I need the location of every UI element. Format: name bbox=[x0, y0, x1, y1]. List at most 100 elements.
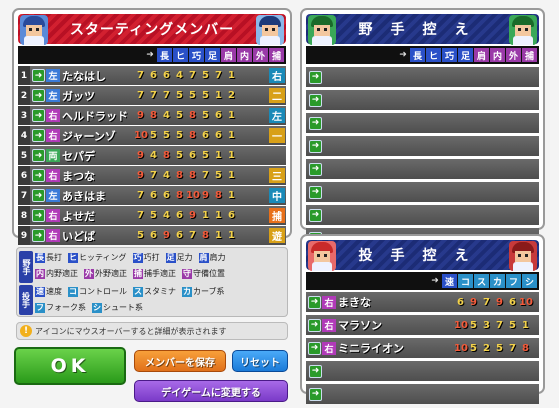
legend-key: 肩 bbox=[198, 252, 209, 263]
column-header[interactable]: ス bbox=[474, 274, 489, 288]
bench-slot[interactable]: ➜ bbox=[306, 205, 539, 225]
handedness-badge: 右 bbox=[46, 129, 60, 142]
lineup-row[interactable]: 8 ➜ 右よせだ 7 5 4 6 9 1 1 6 捕 bbox=[18, 206, 286, 225]
legend-row: 内内野適正外外野適正捕捕手適正守守備位置 bbox=[35, 268, 231, 279]
column-header[interactable]: 内 bbox=[490, 48, 505, 62]
swap-arrow-icon[interactable]: ➜ bbox=[308, 341, 321, 355]
lineup-row[interactable]: 3 ➜ 右ヘルドラッド 9 8 4 5 8 5 6 1 左 bbox=[18, 106, 286, 125]
ok-button[interactable]: OK bbox=[14, 347, 126, 385]
position-badge[interactable]: 右 bbox=[269, 68, 285, 83]
column-header[interactable]: ヒ bbox=[173, 48, 188, 62]
position-badge[interactable]: 遊 bbox=[269, 228, 285, 243]
pitcher-name: マラソン bbox=[338, 319, 382, 332]
column-header[interactable]: 外 bbox=[253, 48, 268, 62]
stat-value: 1 bbox=[215, 150, 222, 161]
position-badge[interactable]: 捕 bbox=[269, 208, 285, 223]
column-header[interactable]: 捕 bbox=[522, 48, 537, 62]
hover-hint: ! アイコンにマウスオーバーすると詳細が表示されます bbox=[16, 322, 288, 340]
bench-slot[interactable]: ➜ bbox=[306, 182, 539, 202]
bench-slot[interactable]: ➜ bbox=[306, 67, 539, 87]
bullpen-row[interactable]: ➜ 右マラソン 10 5 3 7 5 1 bbox=[306, 315, 539, 335]
column-header[interactable]: フ bbox=[506, 274, 521, 288]
swap-arrow-icon[interactable]: ➜ bbox=[308, 295, 321, 309]
lineup-row[interactable]: 4 ➜ 右ジャーンゾ 10 5 5 5 8 6 6 1 一 bbox=[18, 126, 286, 145]
legend-fielder-label: 野手 bbox=[19, 251, 33, 283]
lineup-row[interactable]: 7 ➜ 左あきはま 7 6 6 8 10 9 8 1 中 bbox=[18, 186, 286, 205]
stat-value: 5 bbox=[202, 110, 209, 121]
swap-arrow-icon[interactable]: ➜ bbox=[32, 89, 45, 102]
bench-slot[interactable]: ➜ bbox=[306, 113, 539, 133]
bench-slot[interactable]: ➜ bbox=[306, 136, 539, 156]
lineup-row[interactable]: 9 ➜ 右いどば 5 6 9 6 7 8 1 1 遊 bbox=[18, 226, 286, 245]
bullpen-slot[interactable]: ➜ bbox=[306, 384, 539, 404]
column-header[interactable]: 速 bbox=[442, 274, 457, 288]
swap-arrow-icon[interactable]: ➜ bbox=[32, 109, 45, 122]
column-header[interactable]: 巧 bbox=[442, 48, 457, 62]
pitcher-name: ミニライオン bbox=[338, 342, 404, 355]
position-badge[interactable]: 左 bbox=[269, 108, 285, 123]
swap-arrow-icon[interactable]: ➜ bbox=[32, 149, 45, 162]
swap-arrow-icon[interactable]: ➜ bbox=[32, 69, 45, 82]
swap-arrow-icon[interactable]: ➜ bbox=[32, 229, 45, 242]
save-members-button[interactable]: メンバーを保存 bbox=[134, 350, 226, 372]
swap-arrow-icon[interactable]: ➜ bbox=[309, 139, 322, 153]
column-header[interactable]: コ bbox=[458, 274, 473, 288]
swap-arrow-icon[interactable]: ➜ bbox=[309, 93, 322, 107]
bench-slot[interactable]: ➜ bbox=[306, 90, 539, 110]
swap-arrow-icon[interactable]: ➜ bbox=[308, 318, 321, 332]
swap-arrow-icon[interactable]: ➜ bbox=[309, 116, 322, 130]
stat-value: 7 bbox=[189, 70, 196, 81]
bench-slot[interactable]: ➜ bbox=[306, 159, 539, 179]
lineup-row[interactable]: 5 ➜ 両セパデ 9 4 8 5 6 5 1 1 bbox=[18, 146, 286, 165]
swap-arrow-icon[interactable]: ➜ bbox=[32, 169, 45, 182]
bullpen-row[interactable]: ➜ 右ミニライオン 10 5 2 5 7 8 bbox=[306, 338, 539, 358]
column-header[interactable]: 内 bbox=[237, 48, 252, 62]
swap-arrow-icon[interactable]: ➜ bbox=[309, 70, 322, 84]
position-badge[interactable]: 二 bbox=[269, 88, 285, 103]
swap-arrow-icon[interactable]: ➜ bbox=[309, 185, 322, 199]
handedness-badge: 左 bbox=[46, 189, 60, 202]
column-header[interactable]: 足 bbox=[458, 48, 473, 62]
lineup-row[interactable]: 1 ➜ 左たなはし 7 6 6 4 7 5 7 1 右 bbox=[18, 66, 286, 85]
stat-value: 1 bbox=[215, 210, 222, 221]
position-badge[interactable]: 中 bbox=[269, 188, 285, 203]
stat-value: 7 bbox=[215, 70, 222, 81]
column-header[interactable]: カ bbox=[490, 274, 505, 288]
column-header[interactable]: 外 bbox=[506, 48, 521, 62]
swap-arrow-icon[interactable]: ➜ bbox=[309, 208, 322, 222]
swap-arrow-icon[interactable]: ➜ bbox=[309, 162, 322, 176]
bullpen-slot[interactable]: ➜ bbox=[306, 361, 539, 381]
bullpen-row[interactable]: ➜ 右まきな 6 9 7 9 6 10 bbox=[306, 292, 539, 312]
position-badge[interactable]: 一 bbox=[269, 128, 285, 143]
player-stats: 77755512 bbox=[134, 90, 238, 101]
column-header[interactable]: 捕 bbox=[269, 48, 284, 62]
column-header[interactable]: 肩 bbox=[221, 48, 236, 62]
column-header[interactable]: 肩 bbox=[474, 48, 489, 62]
stat-value: 4 bbox=[163, 210, 170, 221]
swap-arrow-icon[interactable]: ➜ bbox=[32, 189, 45, 202]
day-game-button[interactable]: デイゲームに変更する bbox=[134, 380, 288, 402]
position-badge[interactable]: 三 bbox=[269, 168, 285, 183]
column-header[interactable]: 長 bbox=[157, 48, 172, 62]
swap-arrow-icon[interactable]: ➜ bbox=[309, 364, 322, 378]
stat-value: 4 bbox=[150, 150, 157, 161]
handedness-badge: 右 bbox=[322, 318, 336, 332]
reset-button[interactable]: リセット bbox=[232, 350, 288, 372]
legend-text: 肩力 bbox=[209, 253, 226, 262]
legend-text: 内野適正 bbox=[46, 269, 78, 278]
column-header[interactable]: ヒ bbox=[426, 48, 441, 62]
swap-arrow-icon[interactable]: ➜ bbox=[309, 387, 322, 401]
column-header[interactable]: 足 bbox=[205, 48, 220, 62]
swap-arrow-icon[interactable]: ➜ bbox=[32, 129, 45, 142]
legend-text: シュート系 bbox=[103, 303, 143, 312]
lineup-row[interactable]: 2 ➜ 左ガッツ 7 7 7 5 5 5 1 2 二 bbox=[18, 86, 286, 105]
column-header[interactable]: 長 bbox=[410, 48, 425, 62]
legend-text: 捕手適正 bbox=[144, 269, 176, 278]
column-header[interactable]: シ bbox=[522, 274, 537, 288]
column-header[interactable]: 巧 bbox=[189, 48, 204, 62]
stat-value: 7 bbox=[150, 90, 157, 101]
lineup-row[interactable]: 6 ➜ 右まつな 9 7 4 8 8 7 5 1 三 bbox=[18, 166, 286, 185]
stat-value: 4 bbox=[163, 110, 170, 121]
stat-value: 8 bbox=[150, 110, 157, 121]
swap-arrow-icon[interactable]: ➜ bbox=[32, 209, 45, 222]
